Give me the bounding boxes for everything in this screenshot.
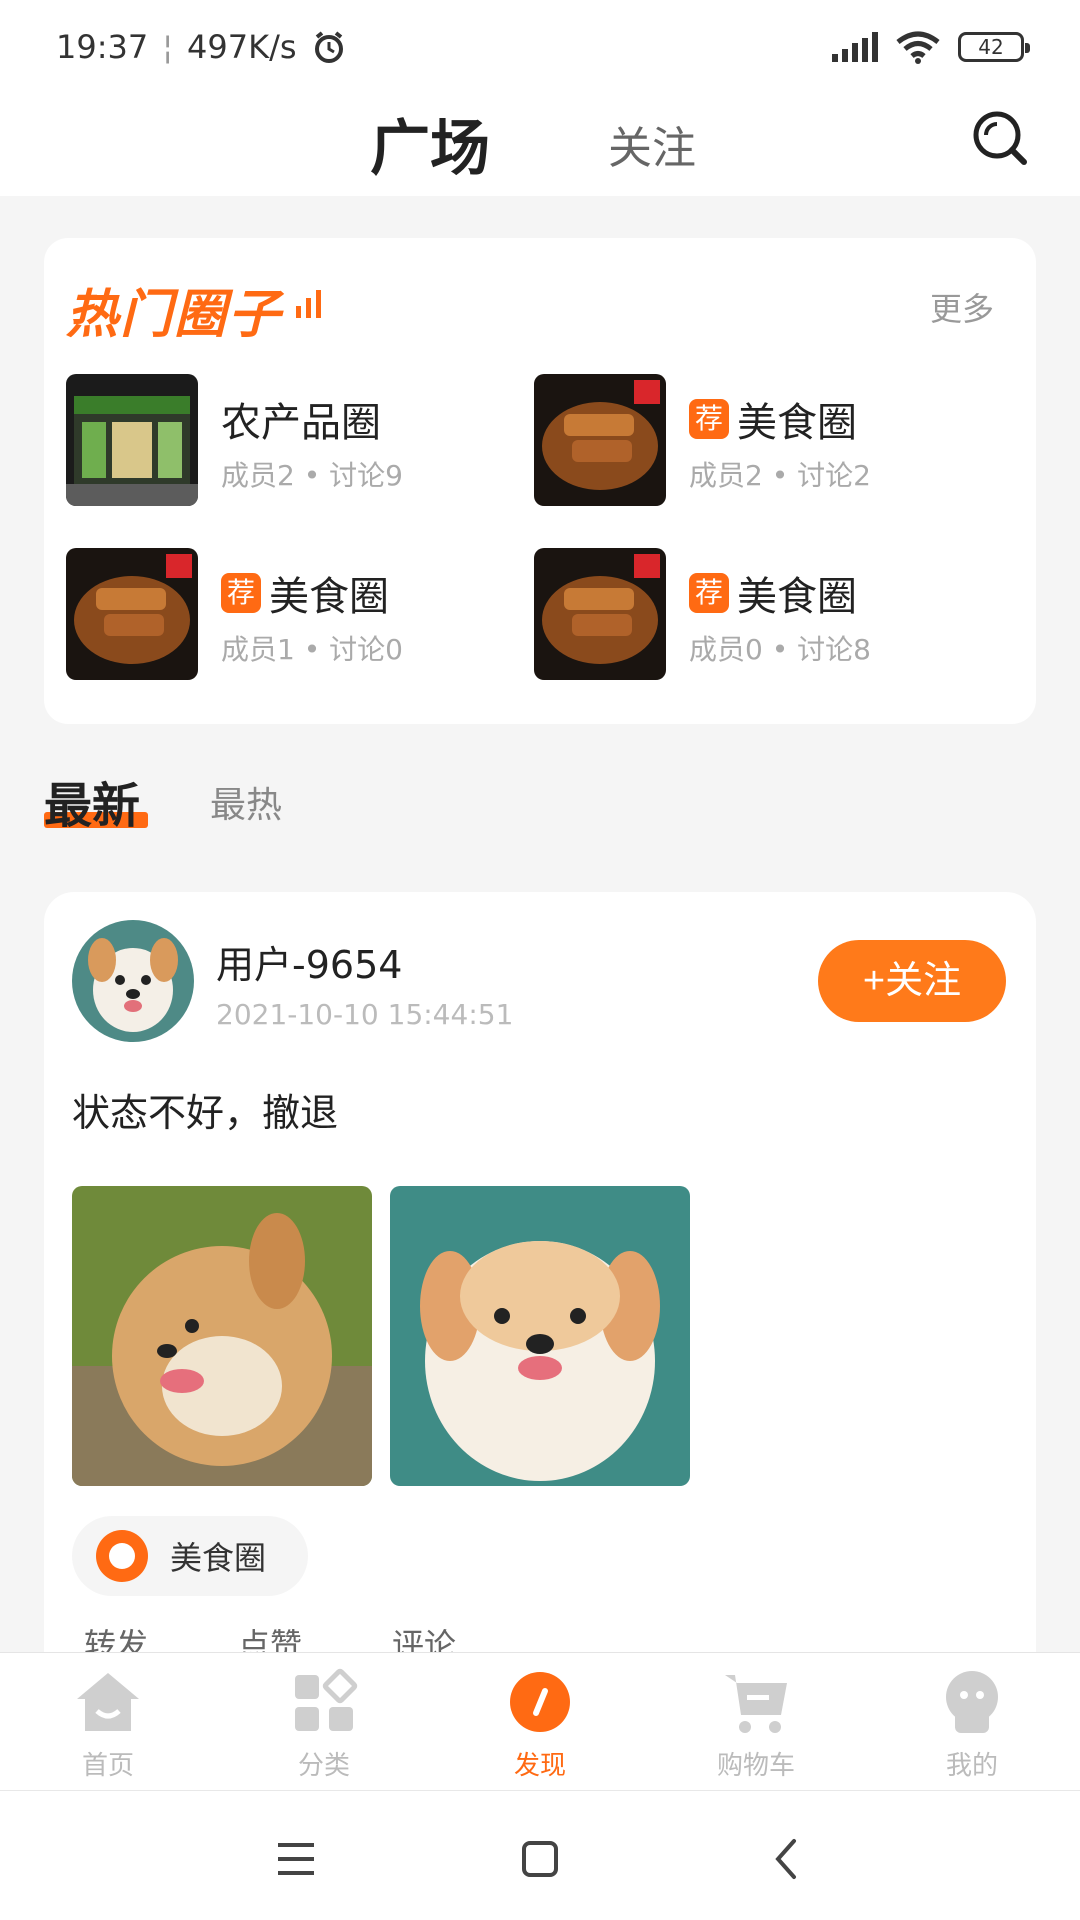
post-time: 2021-10-10 15:44:51: [216, 998, 514, 1031]
back-icon[interactable]: [758, 1829, 818, 1889]
follow-button[interactable]: +关注: [818, 940, 1006, 1022]
nav-label: 购物车: [716, 1751, 795, 1781]
store-image: [66, 374, 198, 506]
status-net-speed: 497K/s: [187, 28, 297, 66]
circle-name: 荐 美食圈: [689, 390, 857, 448]
top-header: 广场 关注: [0, 94, 1080, 196]
circle-meta: 成员1 • 讨论0: [221, 633, 403, 666]
category-icon: [295, 1668, 358, 1731]
recommended-badge: 荐: [221, 573, 261, 613]
recommended-badge: 荐: [689, 573, 729, 613]
battery-icon: 42: [958, 32, 1030, 62]
cart-icon: [725, 1675, 787, 1733]
circle-name: 荐 美食圈: [689, 564, 857, 622]
nav-home[interactable]: 首页: [28, 1667, 188, 1782]
nav-label: 我的: [945, 1751, 998, 1781]
circle-item-1[interactable]: 荐 美食圈 成员2 • 讨论2: [534, 374, 954, 506]
circle-tag[interactable]: 美食圈: [72, 1516, 308, 1596]
trending-bars-icon: [296, 290, 321, 318]
nav-label: 首页: [81, 1751, 134, 1781]
profile-icon: [946, 1671, 998, 1733]
home-icon: [77, 1673, 139, 1731]
hot-circles-title: 热门圈子: [66, 285, 283, 345]
nav-discover[interactable]: 发现: [460, 1667, 620, 1782]
alarm-icon: [314, 31, 343, 63]
comment-action[interactable]: 评论: [392, 1620, 456, 1652]
post-actions: 转发 点赞 评论: [84, 1620, 456, 1652]
tab-square[interactable]: 广场: [370, 100, 490, 187]
food-image: [534, 548, 666, 680]
recommended-badge: 荐: [689, 399, 729, 439]
post-text: 状态不好，撤退: [72, 1091, 339, 1135]
avatar[interactable]: [72, 920, 194, 1042]
tab-follow[interactable]: 关注: [608, 112, 696, 176]
post-username[interactable]: 用户-9654: [216, 934, 402, 989]
circle-name: 农产品圈: [221, 400, 381, 446]
tab-latest[interactable]: 最新: [44, 766, 140, 836]
nav-cart[interactable]: 购物车: [676, 1667, 836, 1782]
more-link[interactable]: 更多: [930, 284, 994, 330]
food-image: [534, 374, 666, 506]
status-right: 42: [832, 30, 1030, 64]
status-time: 19:37: [56, 28, 149, 66]
circle-meta: 成员0 • 讨论8: [689, 633, 871, 666]
hot-circles-card: 热门圈子 更多 农产品圈 成员2 • 讨论9 荐 美食圈 成员2 • 讨论2 荐…: [44, 238, 1036, 724]
tab-hottest[interactable]: 最热: [210, 776, 282, 828]
circle-tag-label: 美食圈: [170, 1539, 267, 1577]
post-image[interactable]: [72, 1186, 372, 1486]
circle-meta: 成员2 • 讨论9: [221, 459, 403, 492]
nav-label: 分类: [297, 1751, 350, 1781]
menu-icon[interactable]: [266, 1829, 326, 1889]
circle-item-3[interactable]: 荐 美食圈 成员0 • 讨论8: [534, 548, 954, 680]
nav-category[interactable]: 分类: [244, 1667, 404, 1782]
bottom-nav: 首页 分类 发现 购物车 我的: [0, 1652, 1080, 1790]
circle-tag-icon: [96, 1530, 148, 1582]
post-card[interactable]: 用户-9654 2021-10-10 15:44:51 +关注 状态不好，撤退: [44, 892, 1036, 1652]
wifi-icon: [896, 31, 940, 64]
nav-label: 发现: [513, 1751, 566, 1781]
like-action[interactable]: 点赞: [238, 1620, 302, 1652]
circle-item-0[interactable]: 农产品圈 成员2 • 讨论9: [66, 374, 486, 506]
circle-item-2[interactable]: 荐 美食圈 成员1 • 讨论0: [66, 548, 486, 680]
system-nav-bar: [0, 1790, 1080, 1920]
circle-meta: 成员2 • 讨论2: [689, 459, 871, 492]
search-icon[interactable]: [970, 108, 1030, 168]
battery-level: 42: [978, 35, 1004, 59]
status-left: 19:37 ¦ 497K/s: [56, 28, 347, 66]
home-square-icon[interactable]: [510, 1829, 570, 1889]
discover-icon: [510, 1672, 570, 1732]
circle-name: 荐 美食圈: [221, 564, 389, 622]
status-bar: 19:37 ¦ 497K/s 42: [0, 0, 1080, 94]
food-image: [66, 548, 198, 680]
nav-profile[interactable]: 我的: [892, 1667, 1052, 1782]
post-image[interactable]: [390, 1186, 690, 1486]
signal-icon: [832, 32, 878, 62]
share-action[interactable]: 转发: [84, 1620, 148, 1652]
